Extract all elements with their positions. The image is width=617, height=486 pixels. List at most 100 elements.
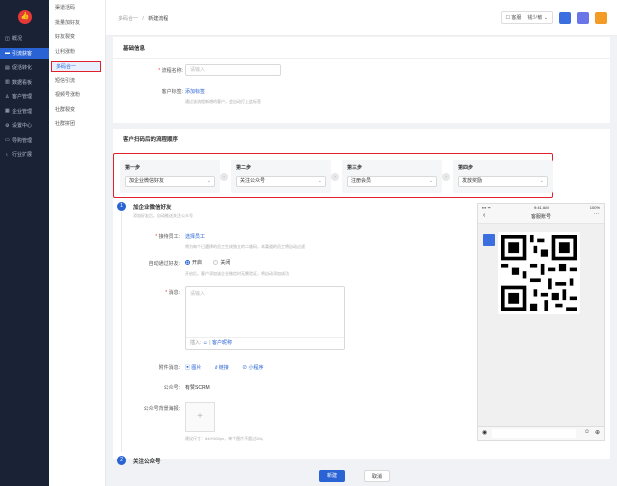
- section1-title: 加企业微信好友: [133, 205, 172, 211]
- step-4: 第四步 发放奖励 ⌄: [453, 160, 553, 193]
- plus-icon: +: [197, 411, 203, 422]
- app-logo: 👍: [18, 10, 32, 24]
- tag-label: 客户标签:: [161, 89, 183, 95]
- nav-item-4[interactable]: ♙ 客户管理: [0, 91, 49, 102]
- image-icon: ▣: [185, 365, 191, 371]
- create-button[interactable]: 新建: [319, 470, 345, 482]
- customer-icon: ▬: [5, 50, 10, 56]
- bg-label: 公众号背景海报:: [143, 406, 180, 412]
- insert-nickname-link[interactable]: 客户昵称: [212, 340, 232, 346]
- plus-circle-icon: ⊕: [594, 430, 600, 436]
- subnav-item-4[interactable]: 多码合一: [51, 61, 101, 72]
- basic-info-title: 基础信息: [123, 46, 146, 52]
- section2-title: 关注公众号: [133, 459, 161, 465]
- secondary-sidebar: 渠道活码批量加好友好友裂变让利涨粉多码合一短信引流视频号涨粉社群裂变社群拼团: [49, 0, 106, 486]
- nav-item-0[interactable]: ◫ 概况: [0, 33, 49, 44]
- arrow-right-icon: ›: [331, 173, 339, 181]
- breadcrumb-parent[interactable]: 多码合一: [118, 16, 138, 22]
- miniapp-icon: ⊘: [242, 365, 248, 371]
- subnav-item-1[interactable]: 批量加好友: [51, 18, 101, 29]
- service-link[interactable]: ☐ 客服: [506, 14, 522, 21]
- settings-icon: ⚙: [5, 122, 10, 129]
- nav-item-1[interactable]: ▬ 引流获客: [0, 47, 49, 59]
- basic-info-card: 基础信息 * 流程名称: 请输入 客户标签: 添加标签 通过该流程新增的客户，会…: [113, 37, 610, 123]
- app-icon-orange[interactable]: [595, 11, 607, 24]
- nav-item-6[interactable]: ⚙ 设置中心: [0, 120, 49, 131]
- subnav-item-8[interactable]: 社群拼团: [51, 119, 101, 130]
- attach-miniapp-button[interactable]: ⊘ 小程序: [242, 365, 263, 371]
- link-icon: ∂: [214, 365, 218, 371]
- auto-hint: 开启后，客户添加该企业微信时无需验证，将自动添加成功: [185, 271, 289, 276]
- breadcrumb: 多码合一 / 新建流程: [118, 16, 169, 22]
- nav-item-3[interactable]: ▥ 数据看板: [0, 77, 49, 88]
- user-menu[interactable]: 钱少敏 ⌄: [527, 14, 548, 21]
- account-label: 公众号:: [163, 385, 180, 391]
- arrow-right-icon: ›: [220, 173, 228, 181]
- upload-poster-button[interactable]: +: [185, 402, 215, 432]
- step-2: 第二步 关注公众号 ⌄: [231, 160, 331, 193]
- primary-sidebar: 👍 ◫ 概况 ▬ 引流获客 ▤ 促活转化 ▥ 数据看板 ♙ 客户管理 ▦ 企业管理 ⚙ 设置中心 ▭ 导购管理…: [0, 0, 49, 486]
- qr-code-image: [498, 232, 580, 314]
- step-number-1: 1: [117, 202, 126, 211]
- extend-icon: ♁: [5, 151, 9, 158]
- step-3-select[interactable]: 注册会员 ⌄: [347, 176, 437, 187]
- staff-hint: 将为每个已選择的员工生成独立的二维码，本渠道的员工将自动过滤: [185, 244, 305, 249]
- video-icon: ▭: [5, 137, 10, 143]
- subnav-item-7[interactable]: 社群裂变: [51, 105, 101, 116]
- add-tag-link[interactable]: 添加标签: [185, 88, 205, 95]
- tag-hint: 通过该流程新增的客户，会自动打上此标签: [185, 99, 261, 104]
- step-4-select[interactable]: 发放奖励 ⌄: [458, 176, 548, 187]
- chevron-down-icon: ⌄: [428, 178, 433, 184]
- cancel-button[interactable]: 取消: [364, 470, 390, 482]
- chevron-down-icon: ⌄: [206, 178, 211, 184]
- chevron-down-icon: ⌄: [539, 178, 544, 184]
- attach-label: 附件消息:: [158, 365, 180, 371]
- flow-name-input[interactable]: 请输入: [185, 64, 281, 76]
- nav-item-7[interactable]: ▭ 导购管理: [0, 135, 49, 146]
- flow-title: 客户扫码后的流程顺序: [123, 137, 179, 143]
- step-2-select[interactable]: 关注公众号 ⌄: [236, 176, 326, 187]
- more-icon: ···: [594, 211, 599, 217]
- steps-row: 第一步 加企业微信好友 ⌄ › 第二步 关注公众号 ⌄ › 第三步 注册会员 ⌄ › …: [113, 153, 553, 198]
- convert-icon: ▤: [5, 64, 10, 71]
- name-label: 流程名称:: [161, 68, 183, 74]
- nav-item-8[interactable]: ♁ 行业扩展: [0, 149, 49, 160]
- emoji-icon[interactable]: ☺: [203, 340, 208, 346]
- subnav-item-6[interactable]: 视频号涨粉: [51, 90, 101, 101]
- step-3: 第三步 注册会员 ⌄: [342, 160, 442, 193]
- bg-hint: 建议尺寸：640*600px，单个图片不超过2M。: [185, 436, 266, 441]
- auto-accept-radio: 开启 关闭: [185, 259, 230, 266]
- nav-item-5[interactable]: ▦ 企业管理: [0, 106, 49, 117]
- phone-title: 客服账号: [530, 214, 551, 220]
- chat-icon: ☐: [505, 15, 510, 21]
- step-1-select[interactable]: 加企业微信好友 ⌄: [125, 176, 215, 187]
- step-1: 第一步 加企业微信好友 ⌄: [120, 160, 220, 193]
- subnav-item-2[interactable]: 好友裂变: [51, 32, 101, 43]
- chevron-down-icon: ⌄: [543, 15, 548, 21]
- select-staff-link[interactable]: 选择员工: [185, 233, 205, 240]
- account-value: 有赞SCRM: [185, 385, 210, 391]
- arrow-right-icon: ›: [442, 173, 450, 181]
- chevron-down-icon: ⌄: [317, 178, 322, 184]
- user-pill[interactable]: ☐ 客服 钱少敏 ⌄: [500, 11, 553, 24]
- org-icon: ▦: [5, 108, 10, 114]
- nav-item-2[interactable]: ▤ 促活转化: [0, 62, 49, 73]
- attach-link-button[interactable]: ∂ 链接: [215, 365, 229, 371]
- app-icon-purple[interactable]: [577, 11, 589, 24]
- avatar: [483, 234, 495, 246]
- subnav-item-5[interactable]: 短信引流: [51, 76, 101, 87]
- step-number-2: 2: [117, 456, 126, 465]
- voice-icon: ◉: [482, 430, 488, 436]
- auto-accept-label: 自动通过好友:: [148, 261, 180, 267]
- emoji-icon: ☺: [583, 429, 590, 435]
- subnav-item-0[interactable]: 渠道活码: [51, 3, 101, 14]
- radio-off[interactable]: 关闭: [213, 260, 230, 266]
- phone-preview: ▪▪▪ ᯤ 9:41 AM 100% ‹ 客服账号 ··· ◉ ☺ ⊕: [477, 203, 605, 441]
- user-icon: ♙: [5, 93, 10, 100]
- attach-image-button[interactable]: ▣ 图片: [185, 365, 201, 371]
- subnav-item-3[interactable]: 让利涨粉: [51, 47, 101, 58]
- app-icon-blue[interactable]: [559, 11, 571, 24]
- radio-on[interactable]: 开启: [185, 260, 202, 266]
- home-icon: ◫: [5, 35, 10, 42]
- message-textarea[interactable]: 请输入 插入: ☺ | 客户昵称: [185, 286, 345, 350]
